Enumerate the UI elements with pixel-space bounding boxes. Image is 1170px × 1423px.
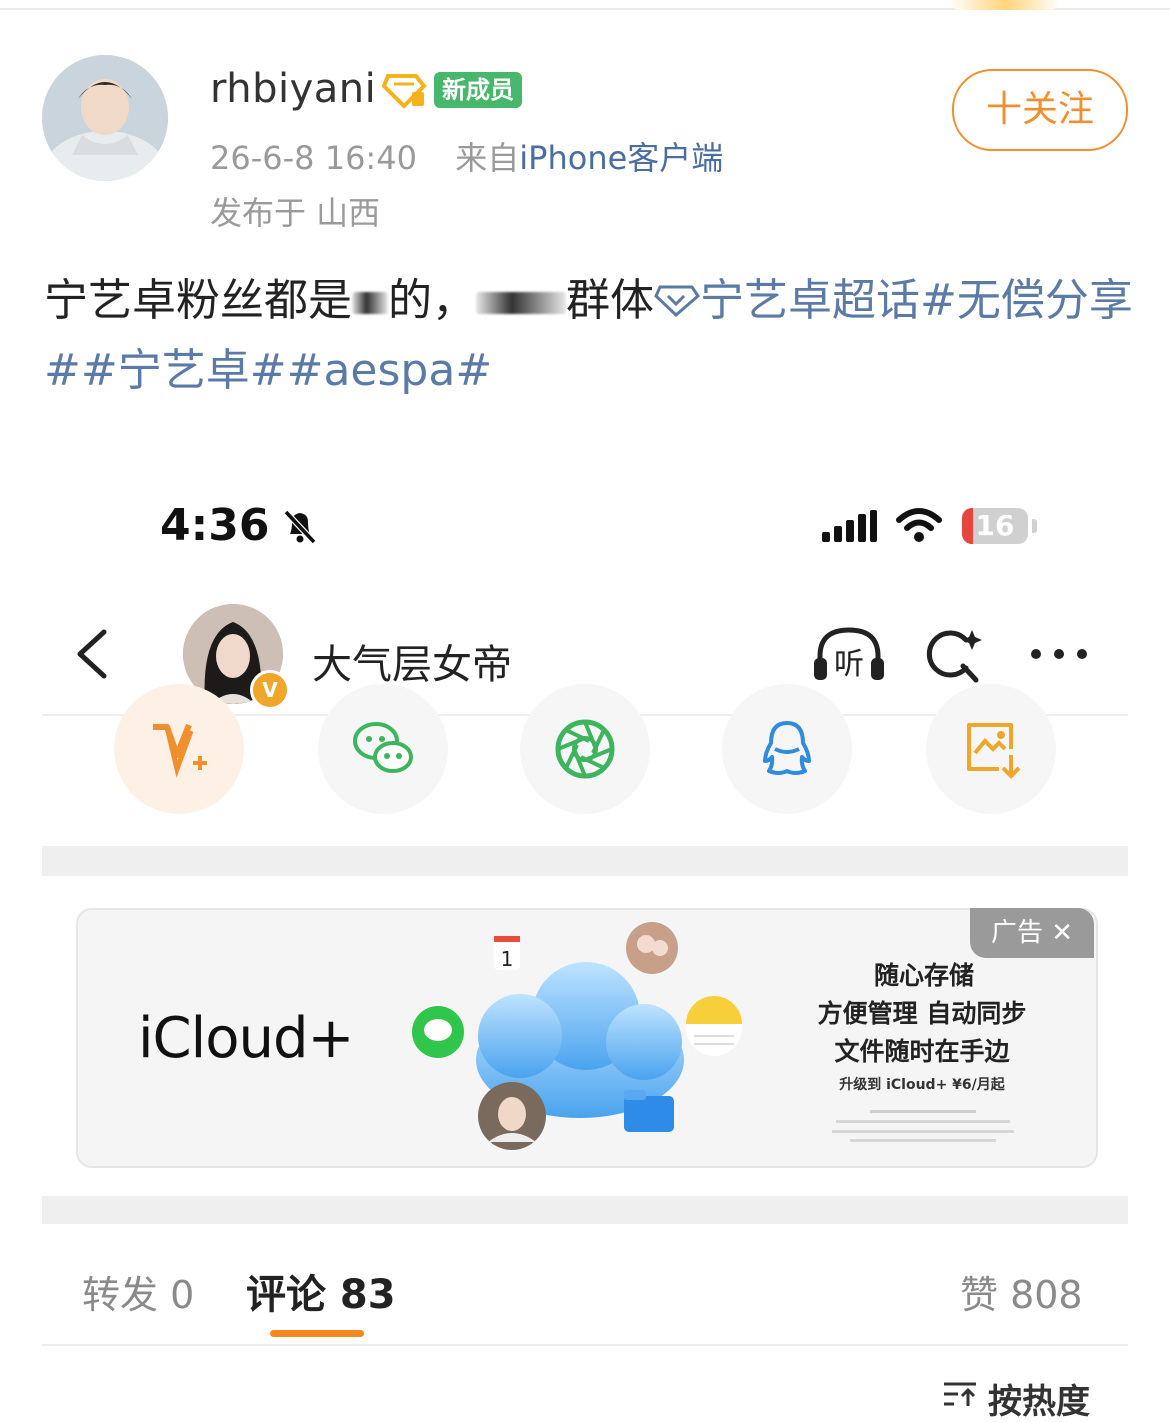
- share-vplus-button[interactable]: [114, 684, 244, 814]
- new-member-badge: 新成员: [434, 72, 522, 108]
- text-part2: 的，: [388, 275, 476, 326]
- ad-copy-line1: 随心存储: [873, 961, 974, 990]
- save-image-icon: [967, 723, 1021, 779]
- listen-label: 听: [834, 647, 864, 682]
- share-wechat-button[interactable]: [318, 684, 448, 814]
- ad-price-line: 升级到 iCloud+ ¥6/月起: [839, 1077, 1005, 1093]
- supertopic-link[interactable]: 宁艺卓超话: [654, 275, 920, 326]
- icloud-illustration: 1: [412, 922, 742, 1150]
- calendar-icon: 1: [494, 936, 520, 971]
- text-part3: 群体: [566, 275, 654, 326]
- follow-button[interactable]: 十关注: [952, 69, 1128, 151]
- post-location: 发布于 山西: [210, 194, 381, 232]
- post-text: 宁艺卓粉丝都是 的， 群体 宁艺卓超话#无偿分享##宁艺卓##aespa#: [44, 266, 1134, 406]
- share-moments-button[interactable]: [520, 684, 650, 814]
- battery-percentage: 16: [975, 509, 1015, 542]
- ad-fine-print: [832, 1110, 1014, 1142]
- top-accent: [950, 0, 1060, 10]
- ad-copy-line3: 文件随时在手边: [834, 1037, 1010, 1066]
- tab-comment[interactable]: 评论 83: [246, 1262, 396, 1320]
- bell-muted-icon: [280, 506, 320, 546]
- text-part1: 宁艺卓粉丝都是: [44, 275, 352, 326]
- vplus-icon: [153, 723, 207, 778]
- photo-avatar-top: [626, 922, 678, 974]
- supertopic-label: 宁艺卓超话: [700, 275, 920, 326]
- source-prefix: 来自: [455, 139, 520, 177]
- headphones-listen-icon[interactable]: 听: [812, 626, 886, 684]
- photo-avatar-bottom: [478, 1082, 546, 1150]
- qq-icon: [763, 721, 811, 775]
- source-client-link[interactable]: iPhone客户端: [519, 139, 723, 177]
- ad-label: 广告: [990, 918, 1043, 948]
- ad-brand-title: iCloud+: [138, 1006, 354, 1071]
- supertopic-diamond-icon: [654, 285, 700, 318]
- vip-diamond-icon[interactable]: [381, 70, 428, 110]
- tab-like[interactable]: 赞 808: [960, 1264, 1083, 1319]
- active-tab-indicator: [270, 1330, 364, 1337]
- nav-title[interactable]: 大气层女帝: [312, 632, 512, 690]
- wifi-icon: [896, 506, 942, 544]
- battery-tip: [1032, 519, 1037, 533]
- files-folder-icon: [624, 1090, 674, 1132]
- moments-icon: [555, 719, 615, 779]
- verified-badge: V: [250, 670, 290, 710]
- censored-text: [352, 292, 388, 314]
- section-separator: [42, 846, 1128, 876]
- status-time: 4:36: [160, 500, 270, 551]
- username[interactable]: rhbiyani: [210, 66, 376, 112]
- tab-repost[interactable]: 转发 0: [82, 1264, 194, 1319]
- censored-text: [476, 292, 566, 314]
- notes-icon: [686, 996, 742, 1056]
- signal-icon: [820, 508, 878, 544]
- share-save-image-button[interactable]: [926, 684, 1056, 814]
- section-separator: [42, 1196, 1128, 1224]
- more-dots-icon[interactable]: [1028, 644, 1090, 664]
- ad-copy-line2: 方便管理 自动同步: [817, 999, 1027, 1028]
- tabs-divider: [42, 1344, 1128, 1346]
- messages-icon: [412, 1006, 464, 1058]
- sort-icon[interactable]: [942, 1380, 978, 1407]
- ad-close-button[interactable]: 广告 ✕: [970, 908, 1094, 958]
- hashtag-aespa[interactable]: aespa#: [323, 345, 492, 396]
- sort-by-hot-button[interactable]: 按热度: [988, 1374, 1090, 1423]
- avatar-image: [42, 55, 168, 181]
- search-icon[interactable]: [922, 626, 984, 684]
- share-qq-button[interactable]: [722, 684, 852, 814]
- close-icon: ✕: [1051, 918, 1074, 948]
- wechat-icon: [353, 722, 413, 773]
- back-chevron-icon[interactable]: [72, 624, 112, 684]
- user-avatar[interactable]: [42, 55, 168, 181]
- calendar-day: 1: [501, 947, 514, 971]
- post-meta: 26-6-8 16:40 来自iPhone客户端: [210, 133, 723, 179]
- post-timestamp: 26-6-8 16:40: [210, 139, 417, 177]
